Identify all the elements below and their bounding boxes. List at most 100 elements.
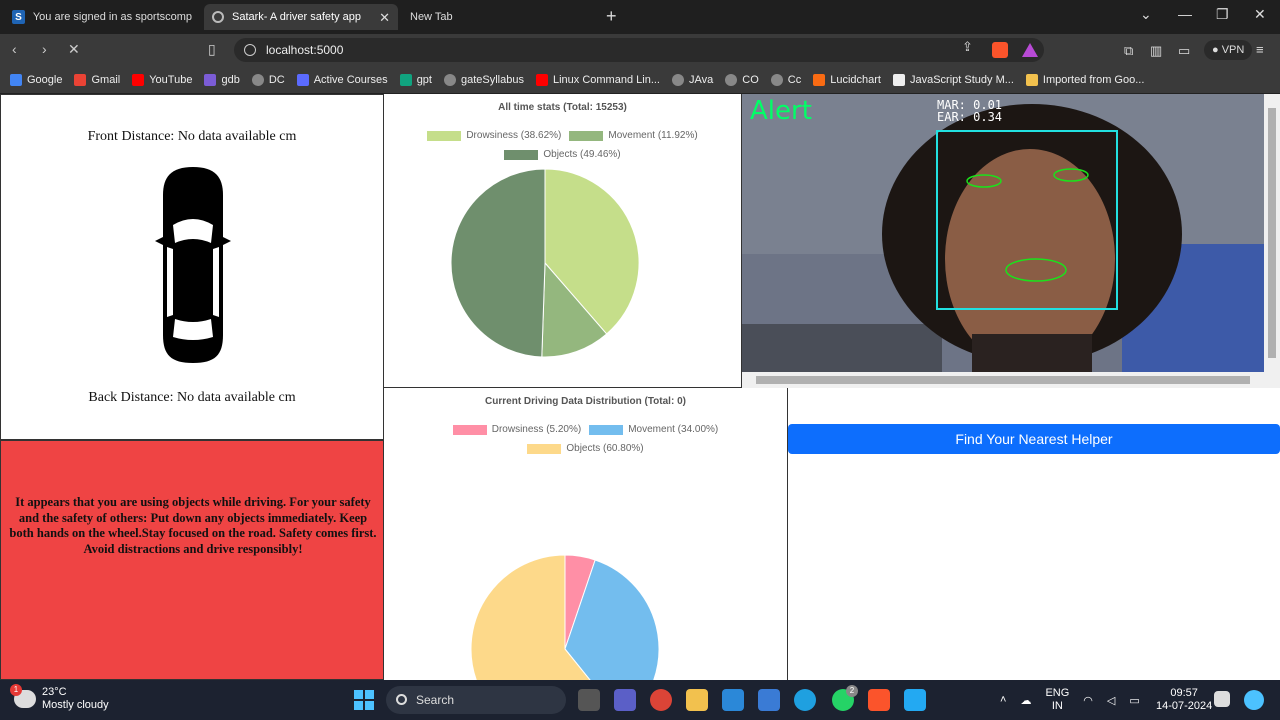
weather-widget[interactable]: 1 23°C Mostly cloudy	[10, 684, 109, 712]
bookmark-label: Imported from Goo...	[1042, 73, 1145, 86]
legend-item-drowsiness[interactable]: Drowsiness (5.20%)	[452, 424, 581, 435]
bookmark-gmail[interactable]: Gmail	[74, 73, 120, 86]
tab-title: New Tab	[410, 11, 453, 23]
bookmark-java[interactable]: JAva	[671, 73, 713, 86]
camera-feed: Alert MAR: 0.01 EAR: 0.34	[742, 94, 1280, 388]
task-view-icon[interactable]	[578, 689, 600, 711]
address-bar[interactable]: localhost:5000	[234, 38, 1044, 62]
temperature: 23°C	[42, 686, 67, 698]
legend-swatch	[452, 424, 487, 435]
find-helper-button[interactable]: Find Your Nearest Helper	[788, 424, 1280, 454]
bookmark-label: Cc	[787, 73, 802, 86]
chart-legend: Drowsiness (38.62%) Movement (11.92%)	[384, 130, 741, 141]
bookmark-label: YouTube	[149, 73, 193, 86]
bookmark-linux[interactable]: Linux Command Lin...	[535, 73, 660, 86]
vpn-button[interactable]: ● VPN	[1204, 40, 1253, 60]
brave-shields-icon[interactable]	[992, 42, 1008, 58]
legend-item-movement[interactable]: Movement (11.92%)	[569, 130, 698, 141]
notification-icon[interactable]	[1214, 691, 1230, 707]
legend-item-objects[interactable]: Objects (60.80%)	[527, 443, 644, 454]
bookmark-lucidchart[interactable]: Lucidchart	[813, 73, 881, 86]
site-info-icon[interactable]	[244, 44, 256, 56]
new-tab-plus-icon[interactable]: +	[606, 6, 617, 27]
bookmark-label: gdb	[221, 73, 240, 86]
bookmark-label: Google	[27, 73, 63, 86]
sidebar-icon[interactable]: ▥	[1150, 43, 1162, 59]
stop-loading-icon[interactable]: ✕	[68, 41, 80, 58]
extensions-icon[interactable]: ⧉	[1124, 43, 1133, 59]
tab-new-tab[interactable]: New Tab	[402, 4, 592, 30]
vscode-icon[interactable]	[904, 689, 926, 711]
bookmark-cc[interactable]: Cc	[770, 73, 802, 86]
back-distance-text: Back Distance: No data available cm	[88, 390, 296, 405]
alert-panel: It appears that you are using objects wh…	[0, 440, 384, 680]
whatsapp-badge: 2	[846, 685, 858, 697]
google-icon	[10, 73, 22, 86]
legend-label: Objects (60.80%)	[566, 443, 644, 454]
legend-swatch	[427, 130, 462, 141]
menu-icon[interactable]: ≡	[1256, 42, 1264, 57]
legend-item-drowsiness[interactable]: Drowsiness (38.62%)	[427, 130, 561, 141]
taskbar-search[interactable]: Search	[386, 686, 566, 714]
time: 09:57	[1170, 687, 1198, 699]
clock[interactable]: 09:57 14-07-2024	[1156, 687, 1212, 713]
close-tab-icon[interactable]: ✕	[379, 10, 390, 26]
bookmark-gdb[interactable]: gdb	[204, 73, 240, 86]
tab-list-chevron-icon[interactable]: ⌄	[1140, 6, 1152, 23]
brave-icon[interactable]	[868, 689, 890, 711]
scroll-thumb[interactable]	[1268, 108, 1276, 358]
app-page: Front Distance: No data available cm Bac…	[0, 94, 1280, 680]
maximize-icon[interactable]: ❐	[1216, 6, 1229, 23]
onedrive-icon[interactable]: ☁	[1020, 694, 1031, 707]
wallet-icon[interactable]: ▭	[1178, 43, 1190, 59]
tab-satark[interactable]: Satark- A driver safety app ✕	[204, 4, 398, 30]
teams-icon[interactable]	[614, 689, 636, 711]
bookmark-co[interactable]: CO	[725, 73, 759, 86]
horizontal-scrollbar[interactable]	[742, 372, 1264, 388]
vertical-scrollbar[interactable]	[1264, 94, 1280, 388]
chrome-icon[interactable]	[650, 689, 672, 711]
tab-sportscomplex[interactable]: S You are signed in as sportscomplex	[4, 4, 200, 30]
search-label: Search	[416, 693, 455, 707]
bookmark-gatesyllabus[interactable]: gateSyllabus	[443, 73, 524, 86]
pie-slice-objects[interactable]	[450, 168, 546, 358]
edge-icon[interactable]	[794, 689, 816, 711]
alert-message: It appears that you are using objects wh…	[9, 495, 377, 556]
calculator-icon[interactable]	[758, 689, 780, 711]
copilot-icon[interactable]	[1244, 690, 1264, 710]
minimize-icon[interactable]: —	[1178, 6, 1192, 22]
bookmark-google[interactable]: Google	[10, 73, 63, 86]
bookmark-javascript[interactable]: JavaScript Study M...	[892, 73, 1014, 86]
bookmark-gpt[interactable]: gpt	[399, 73, 432, 86]
share-icon[interactable]: ⇪	[962, 39, 973, 55]
chevron-up-icon[interactable]: ˄	[1000, 694, 1006, 706]
legend-item-movement[interactable]: Movement (34.00%)	[589, 424, 718, 435]
tab-title: Satark- A driver safety app	[232, 11, 362, 23]
scroll-thumb[interactable]	[756, 376, 1250, 384]
back-icon[interactable]: ‹	[12, 41, 17, 57]
battery-icon[interactable]: ▭	[1129, 694, 1139, 707]
globe-icon	[251, 73, 264, 86]
brave-rewards-icon[interactable]	[1022, 43, 1038, 57]
legend-label: Drowsiness (38.62%)	[466, 130, 562, 141]
bookmark-active-courses[interactable]: Active Courses	[296, 73, 388, 86]
forward-icon[interactable]: ›	[42, 41, 47, 57]
close-window-icon[interactable]: ✕	[1254, 6, 1266, 23]
volume-icon[interactable]: ◁	[1107, 694, 1115, 707]
store-icon[interactable]	[722, 689, 744, 711]
windows-start-icon[interactable]	[354, 690, 374, 710]
bookmark-icon[interactable]: ▯	[208, 41, 216, 58]
file-explorer-icon[interactable]	[686, 689, 708, 711]
chart-title: All time stats (Total: 15253)	[498, 102, 627, 113]
language-indicator[interactable]: ENG IN	[1045, 687, 1069, 713]
bookmark-dc[interactable]: DC	[251, 73, 285, 86]
courses-icon	[296, 73, 309, 86]
legend-item-objects[interactable]: Objects (49.46%)	[504, 149, 621, 160]
search-icon	[396, 694, 407, 705]
wifi-icon[interactable]: ◠	[1083, 694, 1093, 707]
ear-readout: EAR: 0.34	[937, 110, 1003, 124]
bookmark-imported[interactable]: Imported from Goo...	[1025, 73, 1145, 86]
bookmark-youtube[interactable]: YouTube	[132, 73, 193, 86]
weather-badge: 1	[10, 684, 22, 696]
legend-swatch	[589, 424, 624, 435]
